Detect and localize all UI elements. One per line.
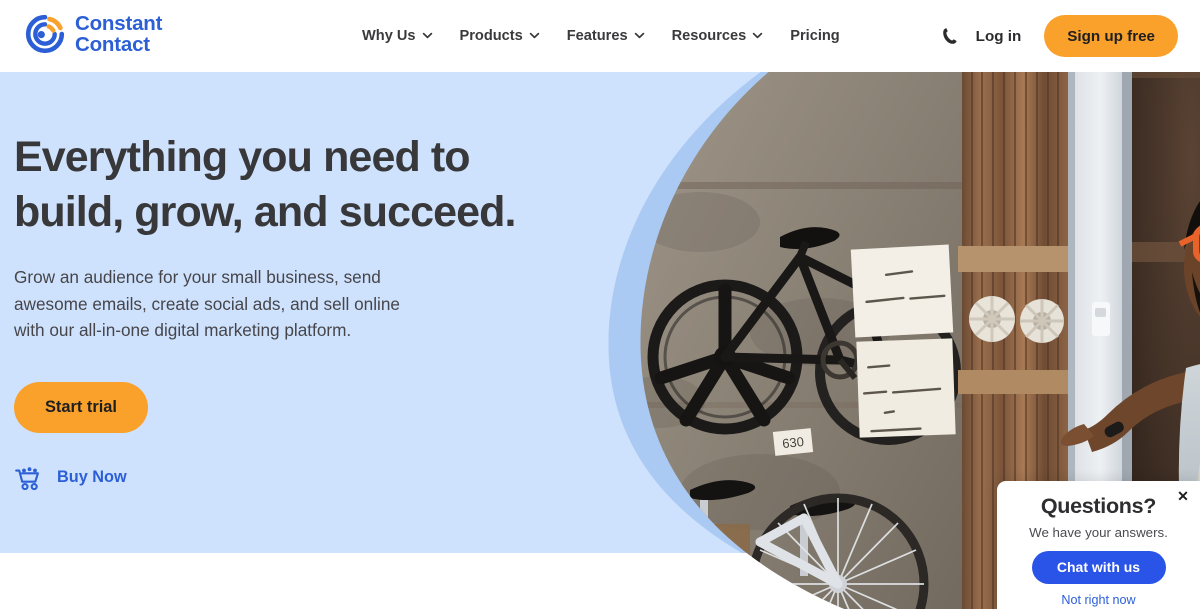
nav-item-products[interactable]: Products	[460, 28, 540, 44]
buy-now-link[interactable]: Buy Now	[14, 464, 614, 492]
close-icon[interactable]: ✕	[1176, 489, 1190, 503]
brand-name: Constant Contact	[75, 13, 162, 56]
start-trial-button[interactable]: Start trial	[14, 381, 148, 433]
hero-subcopy: Grow an audience for your small business…	[14, 267, 400, 341]
primary-nav: Why Us Products Features Resources Prici…	[362, 0, 840, 72]
chat-title: Questions?	[1040, 494, 1157, 518]
login-link[interactable]: Log in	[976, 28, 1022, 45]
brand-logo[interactable]: Constant Contact	[24, 13, 162, 56]
page-title: Everything you need to build, grow, and …	[14, 133, 516, 237]
shopping-cart-icon	[14, 464, 44, 492]
nav-item-features[interactable]: Features	[567, 28, 645, 44]
phone-icon[interactable]	[941, 26, 959, 46]
nav-item-resources[interactable]: Resources	[672, 28, 764, 44]
nav-item-label: Why Us	[362, 28, 416, 44]
signup-free-button[interactable]: Sign up free	[1044, 15, 1178, 57]
page-root: 630 Everything you need to build, grow, …	[0, 0, 1200, 609]
nav-item-label: Resources	[671, 28, 747, 44]
chat-dismiss-link[interactable]: Not right now	[1011, 593, 1186, 607]
buy-now-label: Buy Now	[57, 468, 127, 487]
brand-name-line1: Constant	[75, 12, 163, 35]
hero-copy: Everything you need to build, grow, and …	[14, 130, 614, 492]
chat-widget: ✕ Questions? We have your answers. Chat …	[997, 481, 1200, 609]
chevron-down-icon	[634, 30, 645, 41]
nav-item-label: Products	[459, 28, 523, 44]
chat-subtitle: We have your answers.	[1029, 524, 1168, 540]
chevron-down-icon	[529, 30, 540, 41]
nav-item-label: Features	[566, 28, 628, 44]
chevron-down-icon	[422, 30, 433, 41]
nav-actions: Log in Sign up free	[941, 0, 1178, 72]
top-navigation-bar: Constant Contact Why Us Products Feature…	[0, 0, 1200, 72]
nav-item-pricing[interactable]: Pricing	[790, 28, 839, 44]
nav-item-why-us[interactable]: Why Us	[362, 28, 433, 44]
brand-name-line2: Contact	[75, 33, 150, 57]
chevron-down-icon	[752, 30, 763, 41]
chat-with-us-button[interactable]: Chat with us	[1031, 550, 1166, 584]
constant-contact-logo-icon	[24, 13, 66, 55]
nav-item-label: Pricing	[790, 28, 840, 44]
